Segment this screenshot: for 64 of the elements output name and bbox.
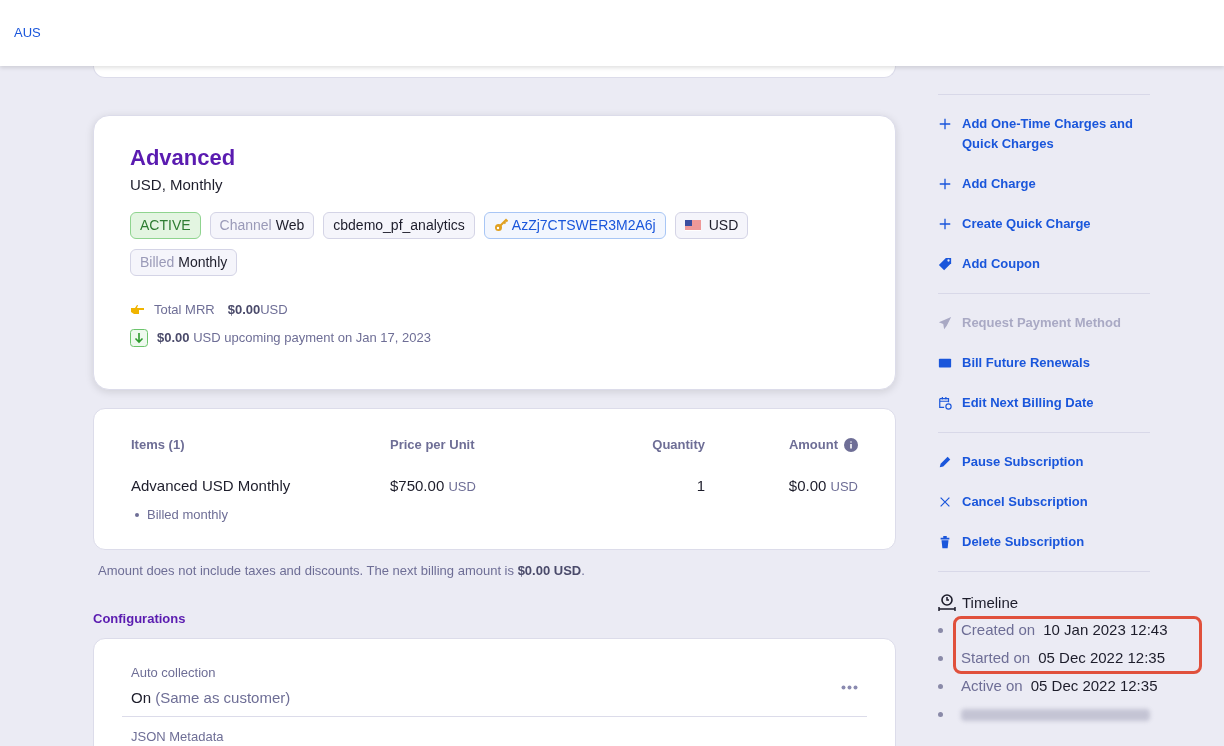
bullet-icon xyxy=(938,712,943,717)
action-link[interactable]: Cancel Subscription xyxy=(938,482,1150,522)
event-label: Started on xyxy=(961,648,1031,669)
item-note: Billed monthly xyxy=(147,506,228,524)
event-date: 05 Dec 2022 12:35 xyxy=(1038,648,1165,669)
column-header: Amount xyxy=(788,436,838,454)
event-date: 05 Dec 2022 12:35 xyxy=(1030,676,1158,697)
column-header: Quantity xyxy=(651,436,705,454)
plan-title: Advanced xyxy=(130,144,237,172)
key-text: AzZj7CTSWER3M2A6j xyxy=(511,215,656,235)
billing-note: Amount does not include taxes and discounts. The next billing amount is $0.00 USD. xyxy=(98,562,586,580)
field-label: JSON Metadata xyxy=(131,728,225,745)
table-cell-text: 1 xyxy=(695,475,705,496)
flag-icon xyxy=(684,219,701,231)
event-date: 10 Jan 2023 12:43 xyxy=(1043,620,1168,641)
info-tag: Billed Monthly xyxy=(130,248,238,276)
mrr-value: $0.00USD xyxy=(227,300,288,319)
bullet-icon xyxy=(938,656,943,661)
card-icon xyxy=(938,356,952,370)
action-link[interactable]: Pause Subscription xyxy=(938,442,1150,482)
table-cell-text: Advanced USD Monthly xyxy=(131,475,292,496)
more-icon[interactable] xyxy=(841,684,858,690)
info-tag: Channel Web xyxy=(209,211,315,239)
pointing-hand-icon xyxy=(130,303,145,315)
column-header: Price per Unit xyxy=(390,436,476,454)
event-label: Active on xyxy=(961,676,1023,697)
trash-icon xyxy=(938,535,952,549)
field-label: Auto collection xyxy=(131,665,217,681)
plan-subtitle: USD, Monthly xyxy=(130,175,224,195)
event-label: Created on xyxy=(961,620,1036,641)
action-link[interactable]: Add One-Time Charges and Quick Charges xyxy=(938,104,1150,164)
calendar-icon xyxy=(938,396,952,410)
download-icon xyxy=(130,328,148,347)
field-value: On (Same as customer) xyxy=(131,688,291,708)
bullet-icon xyxy=(938,684,943,689)
bullet-icon xyxy=(135,512,139,517)
close-icon xyxy=(938,495,952,509)
table-cell-text: $750.00 USD xyxy=(390,475,477,496)
action-link[interactable]: Add Charge xyxy=(938,164,1150,204)
info-icon xyxy=(844,437,858,452)
status-badge: ACTIVE xyxy=(130,211,201,239)
action-link[interactable]: Delete Subscription xyxy=(938,522,1150,562)
info-tag: cbdemo_pf_analytics xyxy=(323,211,475,239)
pencil-icon xyxy=(938,455,952,469)
plus-icon xyxy=(938,217,952,231)
action-link[interactable]: Add Coupon xyxy=(938,244,1150,284)
section-title: Configurations xyxy=(93,609,187,628)
timeline-title: Timeline xyxy=(962,593,1019,613)
send-icon xyxy=(938,316,952,330)
column-header: Items (1) xyxy=(131,436,186,454)
region-link[interactable]: AUS xyxy=(14,23,41,43)
upcoming-payment-text: $0.00 USD upcoming payment on Jan 17, 2023 xyxy=(157,329,431,347)
mrr-label: Total MRR xyxy=(154,300,215,319)
table-cell-text: $0.00 USD xyxy=(787,475,858,496)
bullet-icon xyxy=(938,628,943,633)
plus-icon xyxy=(938,117,952,131)
timeline-icon xyxy=(938,593,956,614)
action-link[interactable]: Bill Future Renewals xyxy=(938,343,1150,383)
action-link[interactable]: Edit Next Billing Date xyxy=(938,383,1150,423)
key-icon xyxy=(493,218,508,232)
plus-icon xyxy=(938,177,952,191)
action-link[interactable]: Create Quick Charge xyxy=(938,204,1150,244)
currency-text: USD xyxy=(708,215,739,235)
tag-icon xyxy=(938,257,952,271)
